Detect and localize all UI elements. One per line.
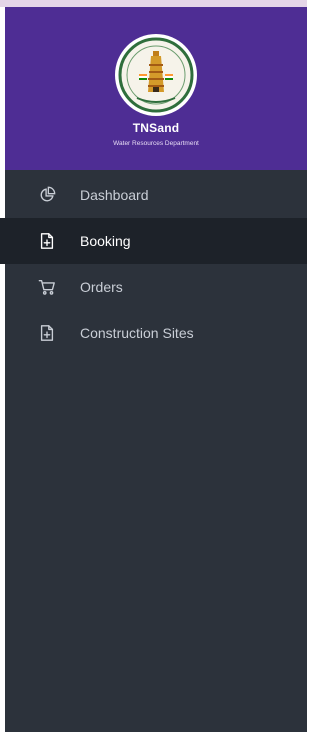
sidebar-item-label: Construction Sites — [80, 325, 194, 341]
brand-subtitle: Water Resources Department — [113, 140, 199, 147]
sidebar: TNSand Water Resources Department Dashbo… — [0, 7, 307, 732]
file-plus-icon — [37, 231, 57, 251]
pie-chart-icon — [37, 185, 57, 205]
sidebar-item-booking[interactable]: Booking — [0, 218, 307, 264]
brand-header: TNSand Water Resources Department — [5, 7, 307, 170]
file-plus-icon — [37, 323, 57, 343]
sidebar-item-label: Orders — [80, 279, 123, 295]
sidebar-item-orders[interactable]: Orders — [5, 264, 307, 310]
top-strip — [0, 0, 307, 7]
sidebar-item-construction-sites[interactable]: Construction Sites — [5, 310, 307, 356]
brand-title: TNSand — [132, 121, 180, 135]
sidebar-item-label: Booking — [80, 233, 131, 249]
cart-icon — [37, 277, 57, 297]
sidebar-item-label: Dashboard — [80, 187, 149, 203]
sidebar-item-dashboard[interactable]: Dashboard — [5, 172, 307, 218]
tamil-nadu-emblem-logo — [115, 34, 197, 116]
sidebar-nav: Dashboard Booking Orders Construction Si… — [0, 172, 307, 356]
